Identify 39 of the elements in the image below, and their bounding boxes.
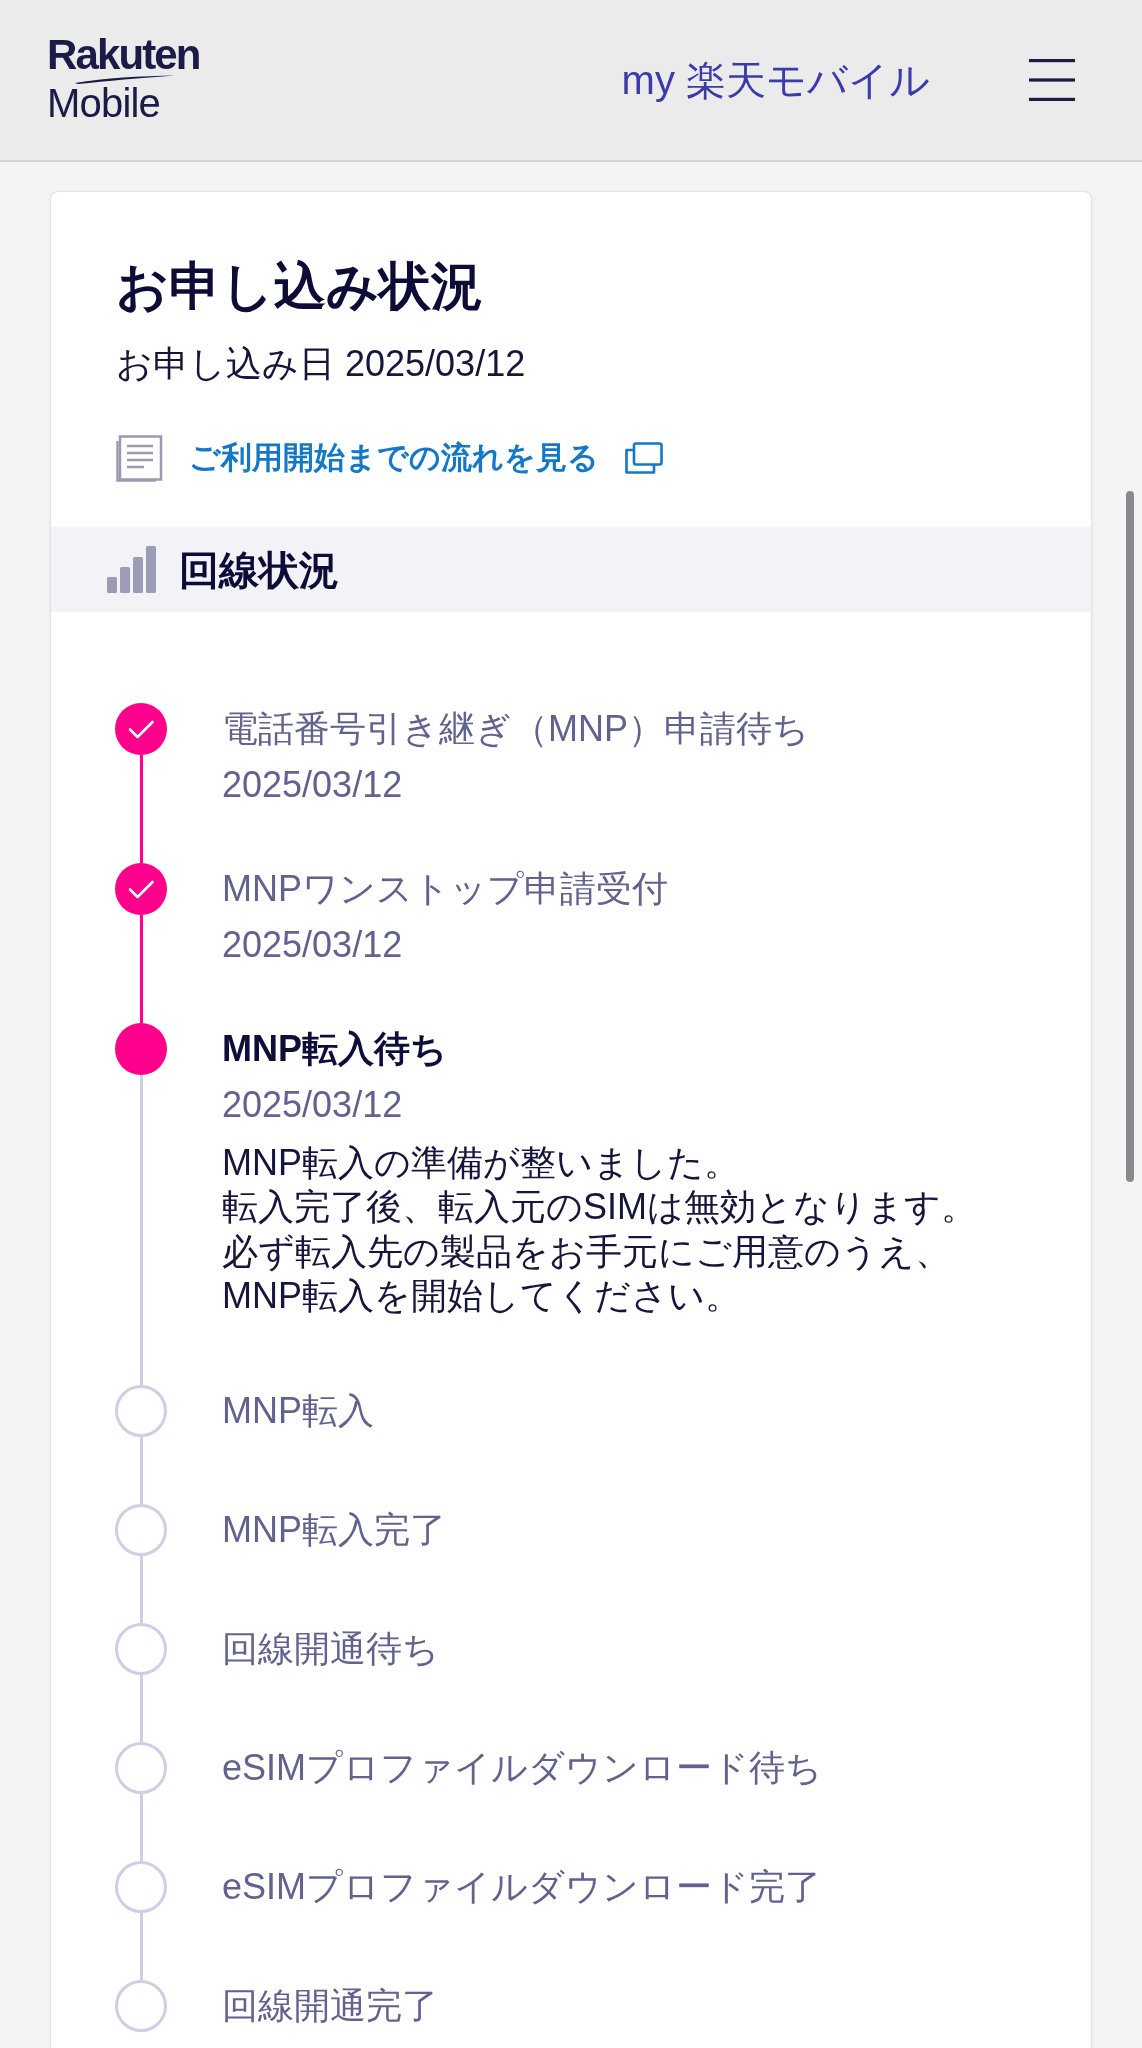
empty-circle-icon [115, 1861, 167, 1914]
empty-circle-icon [115, 1504, 167, 1557]
step-date: 2025/03/12 [222, 923, 403, 967]
step-label: eSIMプロファイルダウンロード完了 [222, 1865, 822, 1910]
scrollbar-thumb[interactable] [1126, 491, 1134, 1182]
filled-dot-icon [115, 1023, 167, 1075]
step-label: MNPワンストップ申請受付 [222, 867, 668, 911]
empty-circle-icon [115, 1980, 167, 2033]
step-date: 2025/03/12 [222, 763, 403, 807]
step-description: MNP転入の準備が整いました。 転入完了後、転入元のSIMは無効となります。 必ず転入先の製品をお手元にご用意のうえ、 MNP転入を開始してください。 [222, 1141, 977, 1318]
step-label: MNP転入待ち [222, 1027, 447, 1071]
page-title: お申し込み状況 [116, 256, 483, 316]
timeline-line [139, 1675, 143, 1743]
new-window-icon [625, 442, 663, 474]
timeline-line [139, 1794, 143, 1862]
empty-circle-icon [115, 1385, 167, 1438]
signal-bars-icon [107, 546, 157, 593]
timeline-line [139, 1913, 143, 1981]
step-label: MNP転入 [222, 1389, 374, 1434]
step-label: 回線開通待ち [222, 1627, 439, 1672]
step-label: MNP転入完了 [222, 1508, 446, 1553]
menu-button[interactable] [1028, 58, 1076, 102]
timeline-line [139, 1556, 143, 1624]
timeline-line [139, 1437, 143, 1505]
step-label: eSIMプロファイルダウンロード待ち [222, 1746, 823, 1791]
logo-link[interactable]: Rakuten Mobile [47, 36, 200, 124]
step-label: 回線開通完了 [222, 1984, 438, 2029]
my-rakuten-mobile-link[interactable]: my 楽天モバイル [621, 55, 930, 105]
application-date: お申し込み日 2025/03/12 [116, 342, 526, 386]
check-circle-icon [115, 703, 167, 755]
empty-circle-icon [115, 1623, 167, 1676]
section-title: 回線状況 [179, 546, 339, 594]
check-circle-icon [115, 863, 167, 915]
menu-icon [1029, 59, 1075, 101]
step-date: 2025/03/12 [222, 1083, 403, 1127]
empty-circle-icon [115, 1742, 167, 1795]
step-label: 電話番号引き継ぎ（MNP）申請待ち [222, 707, 809, 751]
document-icon [116, 434, 163, 482]
flow-link[interactable]: ご利用開始までの流れを見る [116, 434, 663, 482]
